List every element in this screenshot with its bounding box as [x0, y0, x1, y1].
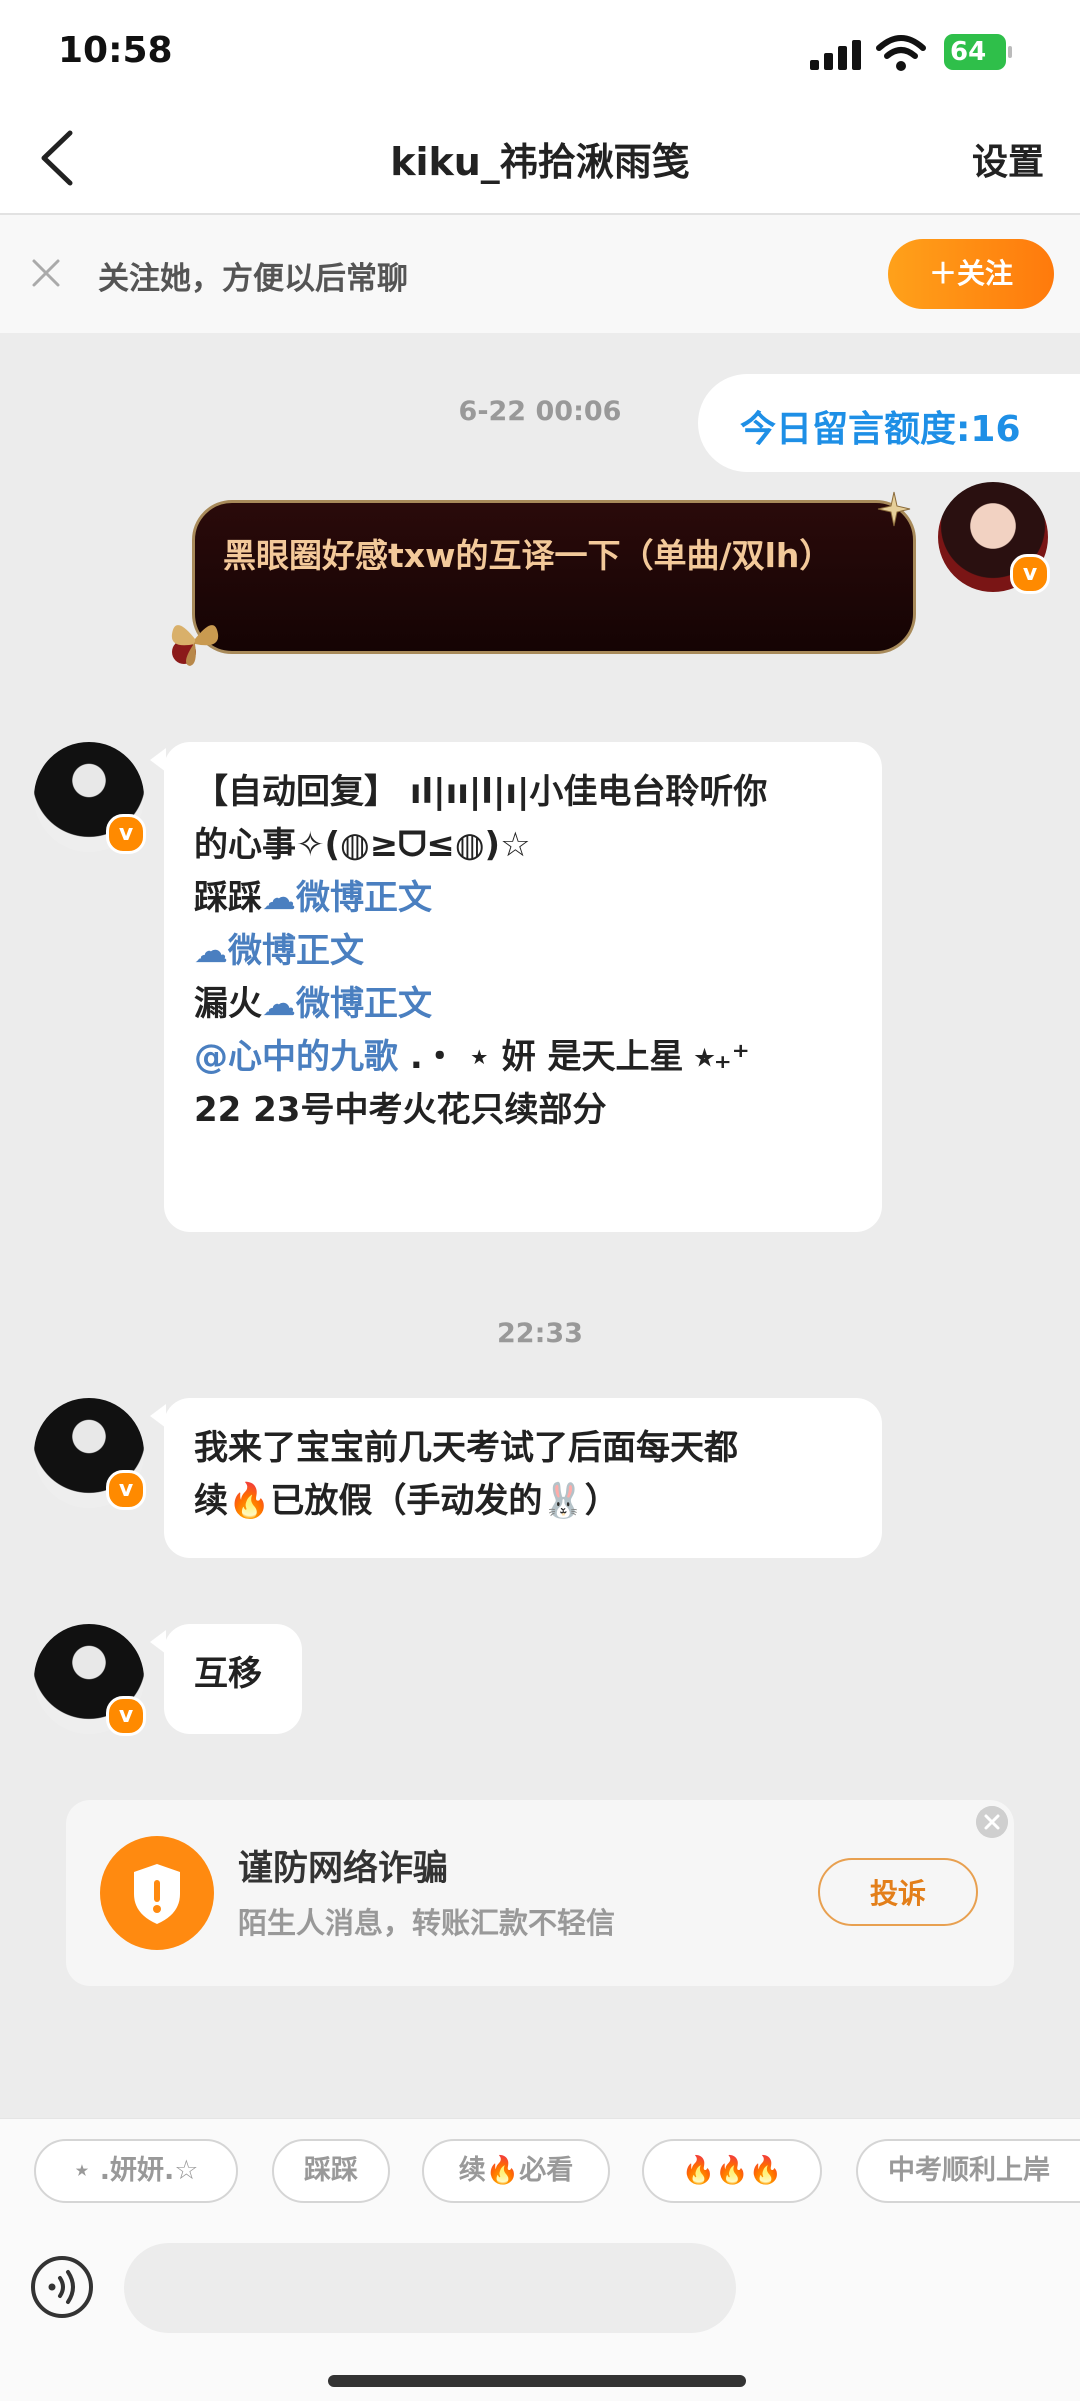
chat-header: kiku_祎拾湫雨笺 设置: [0, 105, 1080, 215]
message-line: 续🔥已放假（手动发的🐰）: [194, 1475, 738, 1528]
line-text: 续: [194, 1481, 228, 1521]
settings-button[interactable]: 设置: [972, 133, 1044, 185]
verified-badge-icon: v: [106, 1696, 146, 1736]
auto-reply-text: 【自动回复】 ıl|ıı|l|ı|小佳电台聆听你 的心事✧(◍≥ᗜ≤◍)☆ 踩踩…: [194, 766, 767, 1137]
quick-reply-chip[interactable]: ⋆ .妍妍.☆: [34, 2139, 238, 2203]
auto-reply-line: @心中的九歌 .・ ⋆ 妍 是天上星 ⭒₊⁺: [194, 1031, 767, 1084]
mention-link[interactable]: @心中的九歌: [194, 1037, 398, 1077]
verified-badge-icon: v: [106, 814, 146, 854]
line-prefix: 踩踩: [194, 878, 262, 918]
quick-reply-chip[interactable]: 🔥🔥🔥: [642, 2139, 822, 2203]
follow-button[interactable]: ＋关注: [888, 239, 1054, 309]
signal-icon: [810, 40, 864, 70]
close-icon[interactable]: [28, 255, 64, 291]
auto-reply-line: ☁微博正文: [194, 925, 767, 978]
status-time: 10:58: [58, 30, 173, 71]
status-bar: 10:58 64: [0, 0, 1080, 105]
weibo-cloud-icon: ☁: [262, 878, 296, 918]
home-indicator: [328, 2375, 746, 2387]
warning-subtitle: 陌生人消息，转账汇款不轻信: [238, 1906, 616, 1940]
message-text: 互移: [194, 1654, 262, 1694]
line-text: .・ ⋆ 妍 是天上星 ⭒₊⁺: [398, 1037, 750, 1077]
chat-title: kiku_祎拾湫雨笺: [390, 140, 690, 184]
auto-reply-line: 漏火☁微博正文: [194, 978, 767, 1031]
verified-badge-icon: v: [1010, 554, 1050, 594]
auto-reply-bubble[interactable]: 【自动回复】 ıl|ıı|l|ı|小佳电台聆听你 的心事✧(◍≥ᗜ≤◍)☆ 踩踩…: [164, 742, 882, 1232]
message-text: 我来了宝宝前几天考试了后面每天都 续🔥已放假（手动发的🐰）: [194, 1422, 738, 1528]
sparkle-icon: [877, 491, 911, 527]
report-button[interactable]: 投诉: [818, 1858, 978, 1926]
timestamp: 22:33: [497, 1318, 583, 1349]
quick-reply-chip[interactable]: 踩踩: [272, 2139, 390, 2203]
quick-reply-chip[interactable]: 中考顺利上岸: [856, 2139, 1080, 2203]
input-area: ⋆ .妍妍.☆ 踩踩 续🔥必看 🔥🔥🔥 中考顺利上岸: [0, 2118, 1080, 2401]
auto-reply-line: 踩踩☁微博正文: [194, 872, 767, 925]
message-bubble[interactable]: 互移: [164, 1624, 302, 1734]
weibo-link[interactable]: 微博正文: [296, 878, 432, 918]
voice-icon[interactable]: [30, 2255, 94, 2319]
battery-level: 64: [950, 37, 987, 67]
bunny-icon: 🐰: [542, 1481, 585, 1521]
warning-title: 谨防网络诈骗: [238, 1849, 449, 1889]
weibo-link[interactable]: 微博正文: [228, 931, 364, 971]
weibo-cloud-icon: ☁: [194, 931, 228, 971]
auto-reply-line: 【自动回复】 ıl|ıı|l|ı|小佳电台聆听你: [194, 772, 768, 812]
quota-label: 今日留言额度:16: [740, 409, 1021, 450]
my-message-text: 黑眼圈好感txw的互译一下（单曲/双lh）: [223, 536, 833, 575]
butterfly-icon: [171, 625, 219, 666]
message-input[interactable]: [124, 2243, 736, 2333]
auto-reply-line: 22 23号中考火花只续部分: [194, 1090, 607, 1130]
verified-badge-icon: v: [106, 1470, 146, 1510]
follow-banner: 关注她，方便以后常聊 ＋关注: [0, 215, 1080, 333]
line-text: 已放假（手动发的: [270, 1481, 543, 1521]
fraud-warning-card: 谨防网络诈骗 陌生人消息，转账汇款不轻信 投诉: [66, 1800, 1014, 1986]
close-icon[interactable]: [976, 1806, 1008, 1838]
battery-icon: 64: [944, 34, 1012, 70]
my-message-bubble[interactable]: 黑眼圈好感txw的互译一下（单曲/双lh）: [192, 500, 916, 654]
message-bubble[interactable]: 我来了宝宝前几天考试了后面每天都 续🔥已放假（手动发的🐰）: [164, 1398, 882, 1558]
line-text: ）: [584, 1481, 619, 1521]
quick-reply-chip[interactable]: 续🔥必看: [422, 2139, 610, 2203]
weibo-link[interactable]: 微博正文: [296, 984, 432, 1024]
line-prefix: 漏火: [194, 984, 262, 1024]
message-quota: 今日留言额度:16: [698, 374, 1080, 472]
auto-reply-line: 的心事✧(◍≥ᗜ≤◍)☆: [194, 825, 531, 865]
message-line: 我来了宝宝前几天考试了后面每天都: [194, 1428, 738, 1468]
weibo-cloud-icon: ☁: [262, 984, 296, 1024]
wifi-icon: [876, 35, 926, 71]
follow-prompt: 关注她，方便以后常聊: [98, 261, 408, 297]
fire-icon: 🔥: [228, 1481, 271, 1521]
shield-icon: [100, 1836, 214, 1950]
